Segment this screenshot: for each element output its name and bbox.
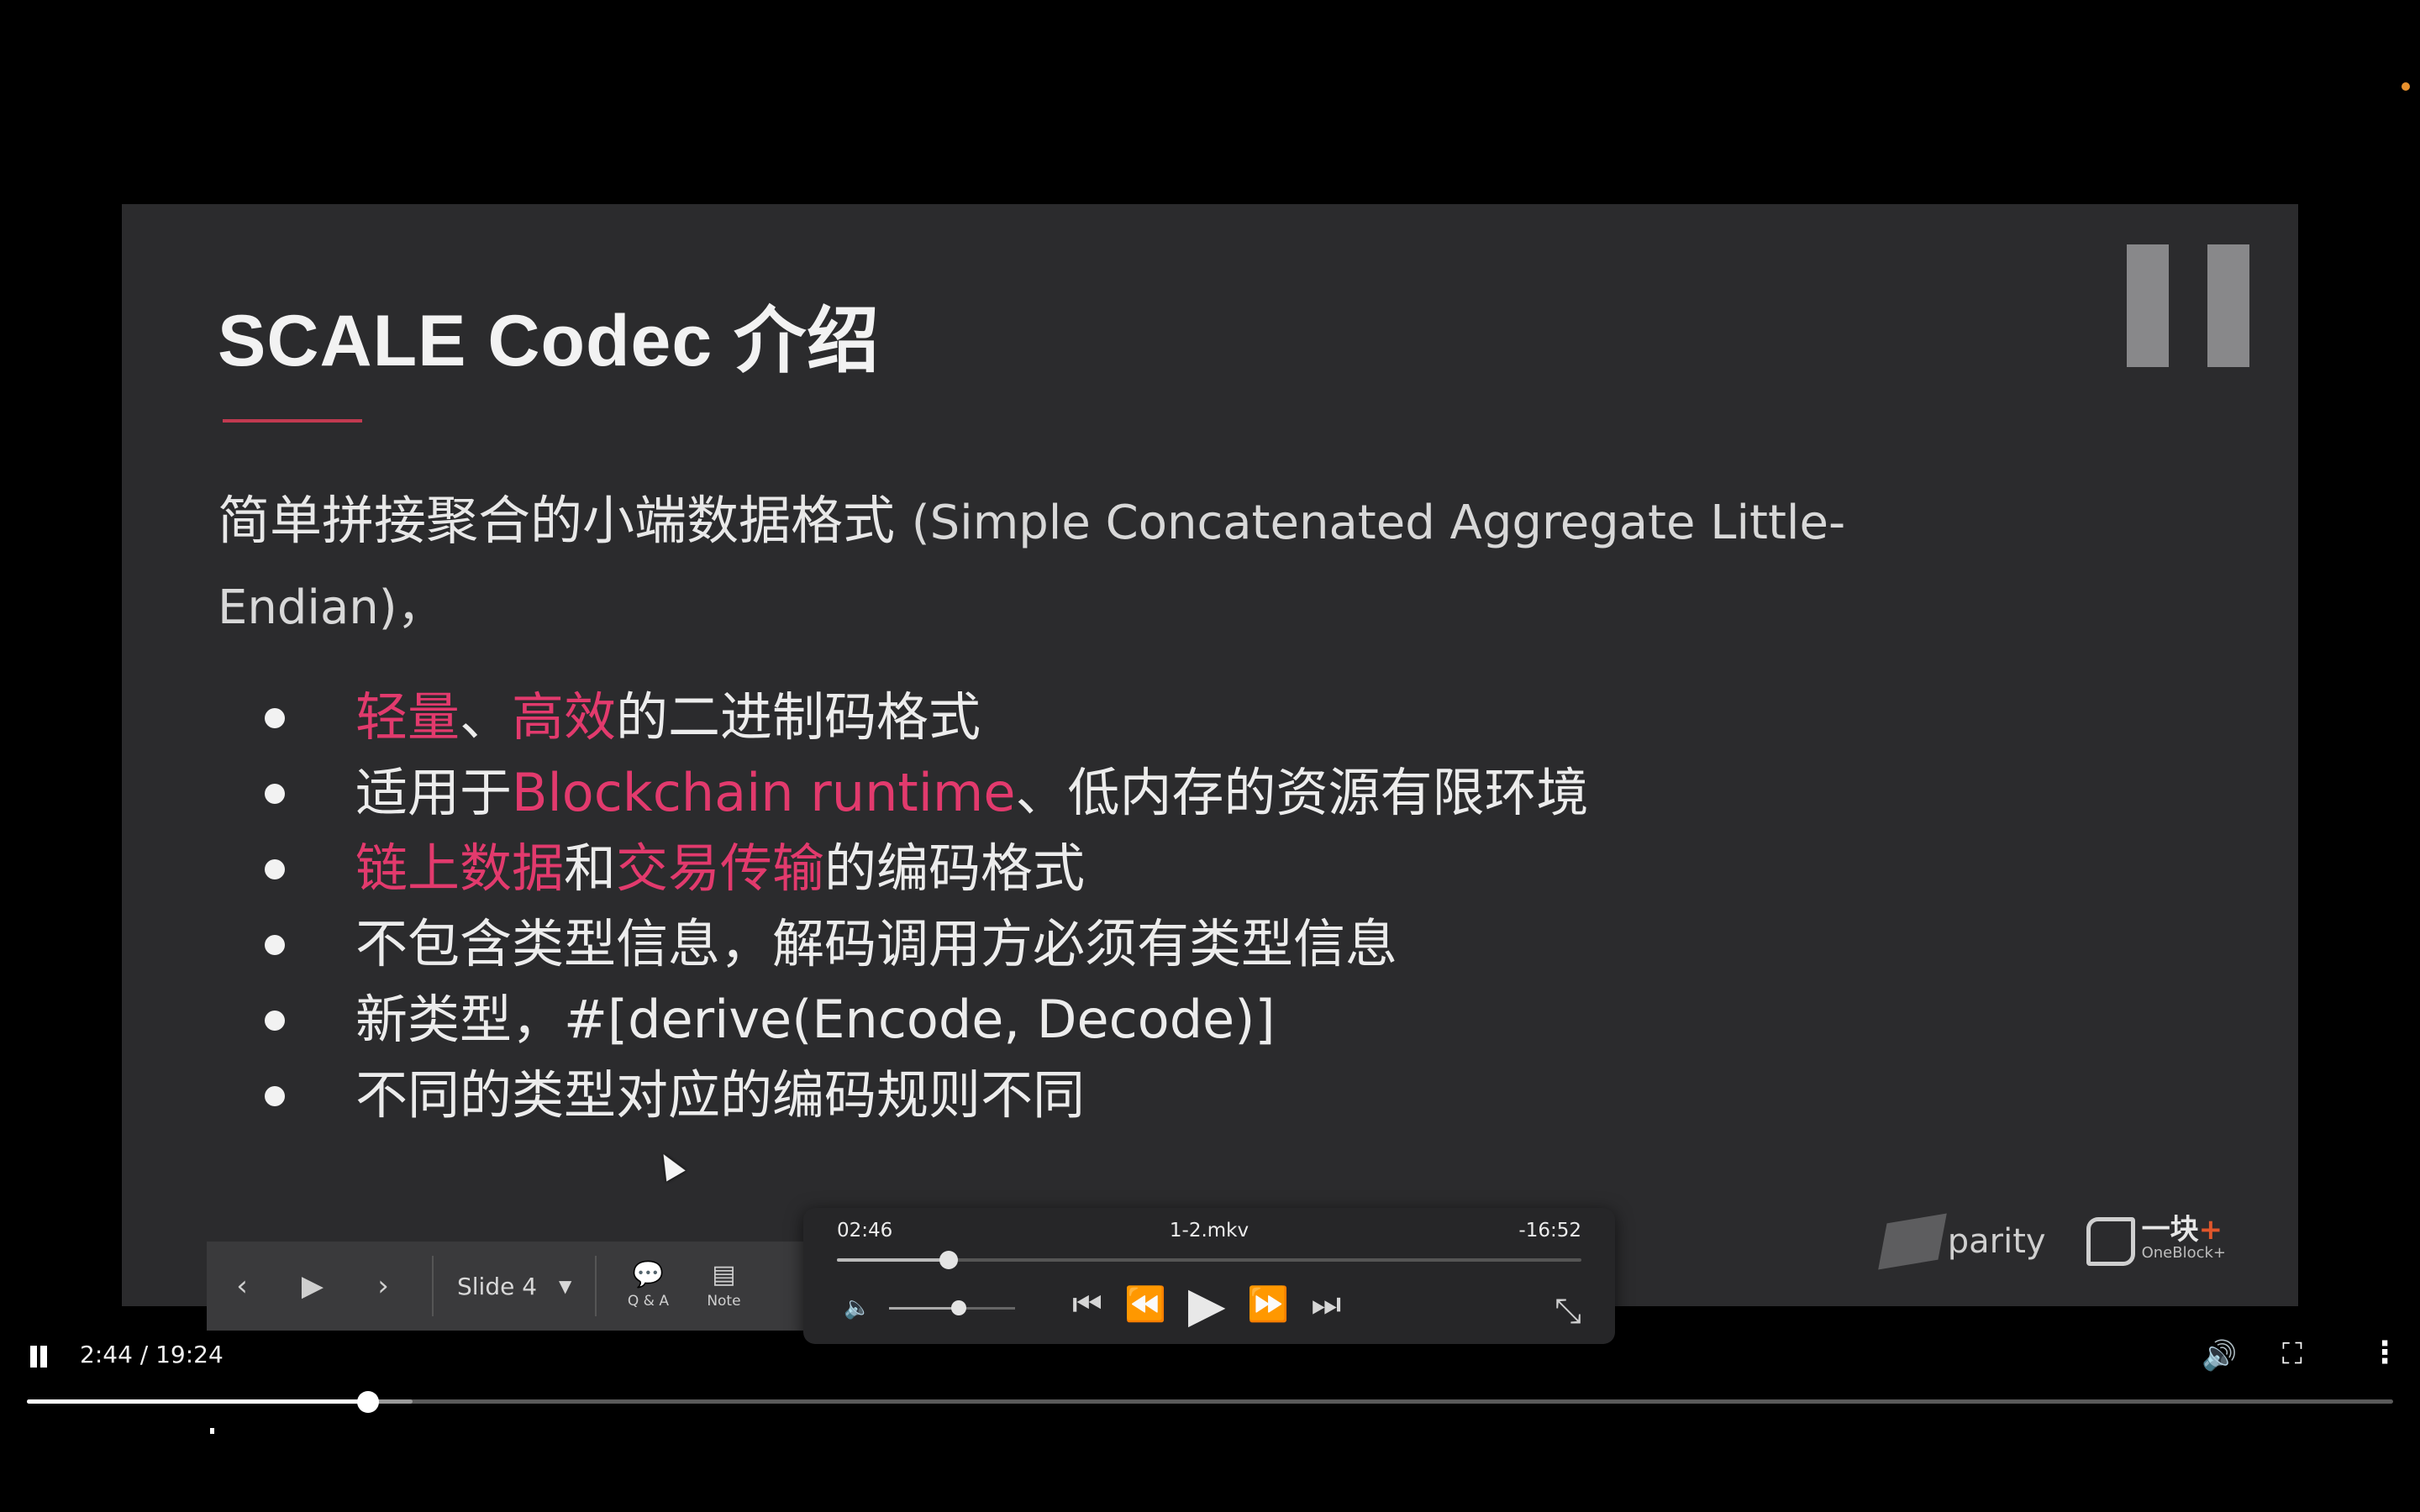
qa-label: Q & A [627, 1293, 669, 1310]
bullet-text: 、 [460, 686, 513, 748]
media-seek-fill [837, 1258, 949, 1262]
notes-button[interactable]: ▤ Note [686, 1263, 761, 1310]
bullet-text: 不包含类型信息，解码调用方必须有类型信息 [355, 913, 1398, 974]
bullet-dot [265, 1011, 285, 1031]
bullet-dot [265, 784, 285, 804]
media-player-control-panel: 02:46 1-2.mkv -16:52 🔈 ⏮ ⏪ ▶ ⏩ ⏭ ⤡ [803, 1208, 1615, 1344]
nav-divider [432, 1256, 434, 1316]
bullet-item: 不包含类型信息，解码调用方必须有类型信息 [265, 906, 1588, 982]
bullet-item: 新类型，#[derive(Encode, Decode)] [265, 982, 1588, 1058]
bullet-dot [265, 708, 285, 728]
bullet-list: 轻量、高效的二进制码格式 适用于Blockchain runtime、低内存的资源… [265, 680, 1588, 1133]
next-slide-button[interactable]: › [348, 1242, 418, 1331]
intro-chinese: 简单拼接聚合的小端数据格式 [218, 490, 896, 551]
transport-controls: ⏮ ⏪ ▶ ⏩ ⏭ [1072, 1280, 1341, 1329]
parity-logo-mark [1877, 1213, 1947, 1270]
chevron-right-icon: › [377, 1269, 389, 1303]
volume-fill [889, 1307, 959, 1310]
current-slide-label: Slide 4 [457, 1272, 538, 1300]
oneblock-logo: 一块+ OneBlock+ [2086, 1215, 2226, 1266]
highlighted-text: 轻量 [355, 686, 460, 748]
volume-icon[interactable]: 🔊 [2202, 1339, 2237, 1373]
parity-logo: parity [1877, 1213, 2046, 1270]
recording-indicator-dot [2402, 82, 2410, 91]
bullet-text: 不同的类型对应的编码规则不同 [355, 1064, 1086, 1126]
bullet-text: 和 [564, 837, 617, 899]
remaining-time: -16:52 [1518, 1220, 1581, 1242]
bullet-dot [265, 1086, 285, 1106]
volume-icon[interactable]: 🔈 [844, 1295, 871, 1320]
exit-fullscreen-icon[interactable]: ⤡ [1555, 1292, 1581, 1331]
media-filename: 1-2.mkv [1169, 1220, 1249, 1242]
video-seek-bar[interactable] [27, 1391, 2393, 1413]
oneblock-logo-en: OneBlock+ [2141, 1244, 2226, 1262]
nav-divider [595, 1256, 597, 1316]
bullet-text: 、低内存的资源有限环境 [1015, 762, 1589, 823]
bullet-dot [265, 935, 285, 955]
highlighted-text: 交易传输 [616, 837, 825, 899]
bullet-dot [265, 859, 285, 879]
presentation-slide: SCALE Codec 介绍 简单拼接聚合的小端数据格式 (Simple Con… [122, 204, 2298, 1306]
skip-next-icon[interactable]: ⏭ [1311, 1284, 1341, 1326]
slide-navigation-bar: ‹ ▶ › Slide 4 ▼ 💬 Q & A ▤ Note [207, 1242, 829, 1331]
play-icon: ▶ [301, 1269, 324, 1303]
paused-overlay-icon [2127, 244, 2249, 367]
bullet-text: 的编码格式 [824, 837, 1086, 899]
skip-previous-icon[interactable]: ⏮ [1072, 1284, 1102, 1326]
video-seek-handle[interactable] [356, 1391, 379, 1413]
parity-logo-text: parity [1947, 1222, 2046, 1261]
play-icon[interactable]: ▶ [1188, 1280, 1226, 1329]
bullet-item: 轻量、高效的二进制码格式 [265, 680, 1588, 755]
highlighted-text: Blockchain runtime [512, 762, 1016, 823]
notes-label: Note [707, 1293, 741, 1310]
media-seek-handle[interactable] [939, 1251, 958, 1269]
slide-intro: 简单拼接聚合的小端数据格式 (Simple Concatenated Aggre… [218, 480, 2033, 649]
qa-button[interactable]: 💬 Q & A [610, 1263, 686, 1310]
slide-logos: parity 一块+ OneBlock+ [1877, 1212, 2226, 1271]
bullet-text: 新类型，#[derive(Encode, Decode)] [355, 989, 1276, 1050]
previous-slide-button[interactable]: ‹ [207, 1242, 277, 1331]
video-progress-fill [27, 1399, 368, 1404]
oneblock-logo-mark [2086, 1217, 2135, 1266]
bullet-item: 适用于Blockchain runtime、低内存的资源有限环境 [265, 755, 1588, 831]
notes-icon: ▤ [712, 1260, 736, 1289]
chat-bubbles-icon: 💬 [632, 1260, 665, 1289]
volume-handle[interactable] [950, 1300, 966, 1315]
bullet-text: 的二进制码格式 [616, 686, 981, 748]
highlighted-text: 高效 [512, 686, 617, 748]
slide-selector-dropdown[interactable]: Slide 4 ▼ [447, 1273, 581, 1300]
fast-forward-icon[interactable]: ⏩ [1247, 1284, 1289, 1326]
play-slideshow-button[interactable]: ▶ [277, 1242, 348, 1331]
slide-title: SCALE Codec 介绍 [218, 301, 881, 381]
video-player-controls: 2:44 / 19:24 🔊 ⛶ ⋮ [0, 1332, 2420, 1383]
media-seek-bar[interactable] [837, 1251, 1581, 1269]
chevron-left-icon: ‹ [236, 1269, 248, 1303]
bullet-item: 不同的类型对应的编码规则不同 [265, 1058, 1588, 1133]
highlighted-text: 链上数据 [355, 837, 565, 899]
title-underline [223, 419, 362, 423]
pause-icon[interactable] [29, 1346, 49, 1368]
bullet-item: 链上数据和交易传输的编码格式 [265, 831, 1588, 906]
chevron-down-icon: ▼ [559, 1276, 572, 1296]
volume-slider[interactable] [889, 1300, 1015, 1315]
mouse-cursor-icon [210, 1428, 214, 1434]
more-options-icon[interactable]: ⋮ [2370, 1336, 2400, 1370]
exit-fullscreen-icon[interactable]: ⛶ [2282, 1337, 2302, 1371]
rewind-icon[interactable]: ⏪ [1124, 1284, 1166, 1326]
video-time: 2:44 / 19:24 [80, 1341, 224, 1368]
bullet-text: 适用于 [355, 762, 513, 823]
